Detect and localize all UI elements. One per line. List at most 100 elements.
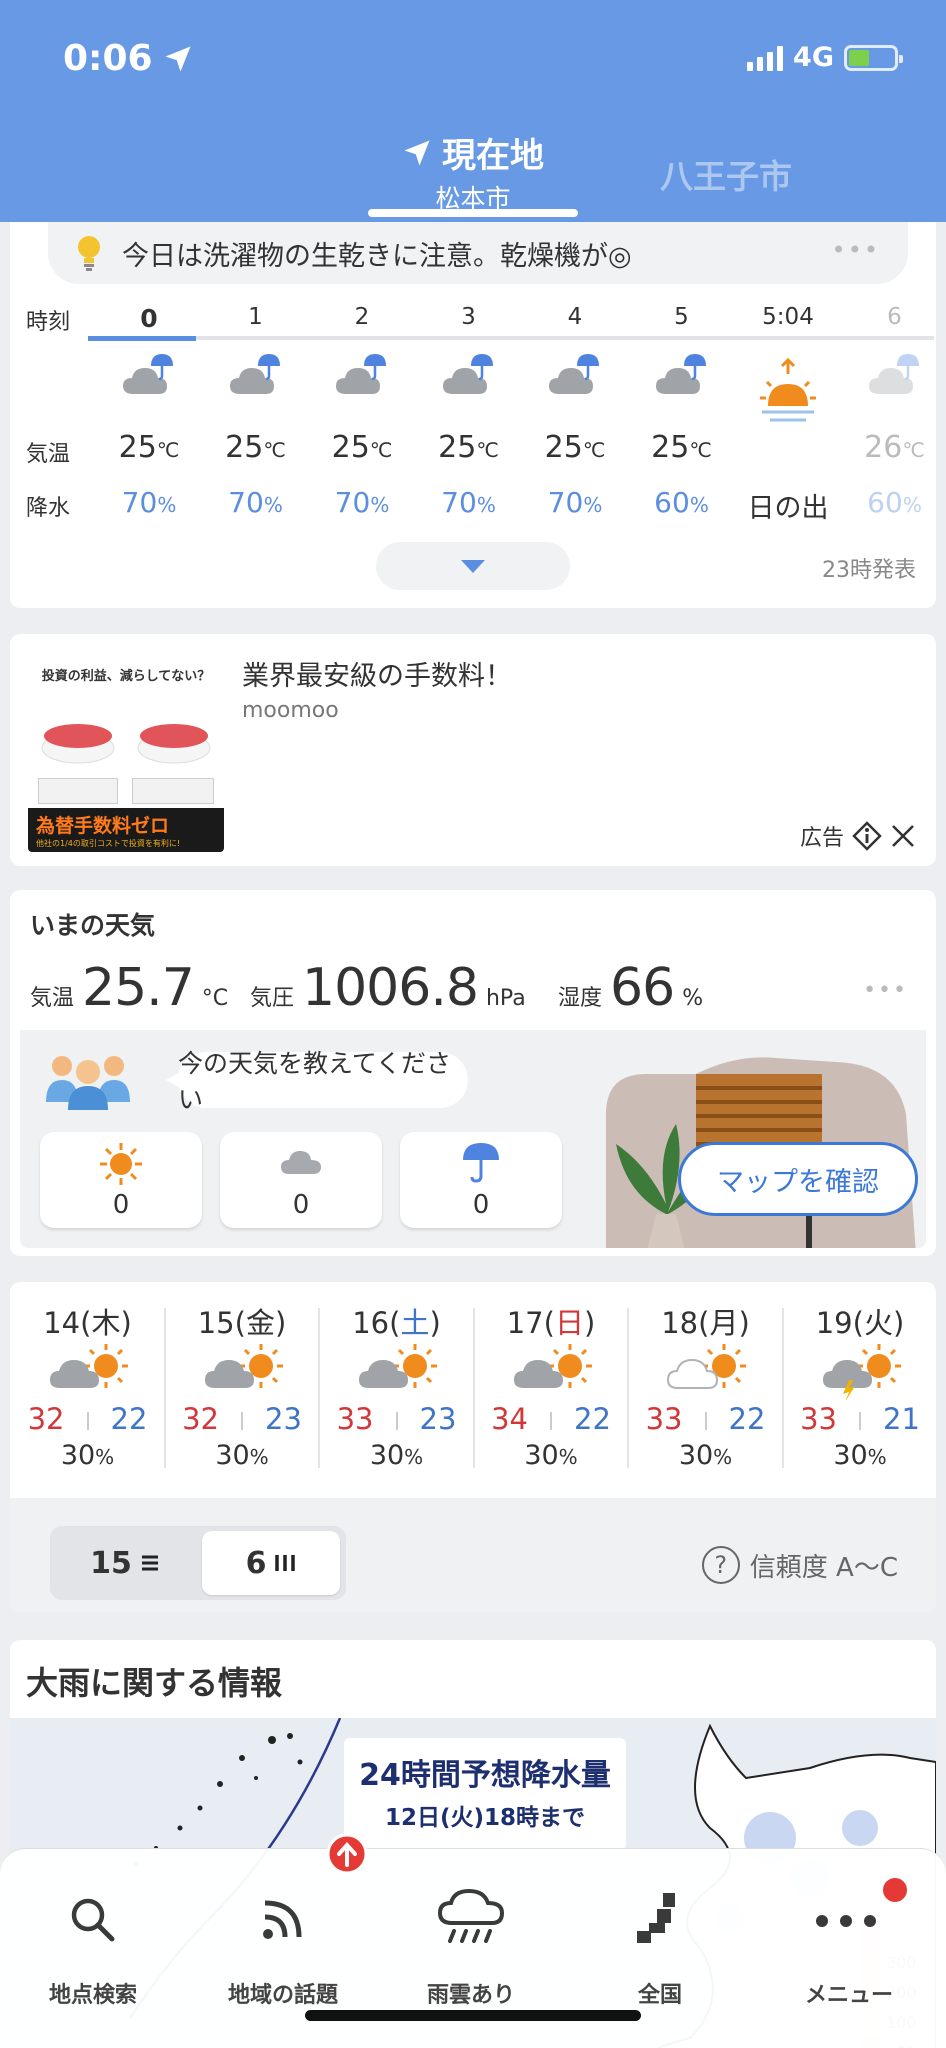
hour-temperature: 25℃ <box>629 430 735 465</box>
sun-icon <box>100 1143 142 1185</box>
day-temperatures: 33 21 <box>783 1402 937 1436</box>
app-header: 0:06 4G 現在地 松本市 八王子市 <box>0 0 946 222</box>
precip-unit: % <box>867 1445 887 1469</box>
hour-precipitation: 70% <box>416 486 522 519</box>
low-temp: 23 <box>265 1402 302 1436</box>
vote-cloudy-count: 0 <box>292 1190 310 1220</box>
hour-temperature: 25℃ <box>96 430 202 465</box>
pressure-value: 1006.8 <box>302 958 479 1018</box>
temp-unit: ℃ <box>263 438 286 462</box>
temp-label: 気温 <box>30 986 75 1011</box>
high-temp: 33 <box>645 1402 683 1436</box>
low-temp: 22 <box>574 1402 611 1436</box>
date-paren: ) <box>892 1306 905 1340</box>
hour-precipitation: 60% <box>629 486 735 519</box>
date-paren: ) <box>429 1306 441 1340</box>
vote-sunny-button[interactable]: 0 <box>40 1132 202 1228</box>
date-number: 19( <box>815 1306 864 1340</box>
pressure-unit: hPa <box>485 986 526 1011</box>
low-temp: 22 <box>110 1402 148 1436</box>
day-column[interactable]: 16(土) 33 23 30% <box>319 1282 474 1482</box>
map-caption: 24時間予想降水量 12日(火)18時まで <box>344 1738 626 1850</box>
precip-unit: % <box>370 493 390 517</box>
cloud-umbrella-icon <box>629 352 735 402</box>
ad-label-group: 広告 <box>800 820 916 852</box>
precip-unit: % <box>263 493 283 517</box>
hour-label: 2 <box>354 304 370 330</box>
hour-column: 5 25℃ 60% <box>629 222 735 522</box>
list-icon <box>141 1555 158 1571</box>
day-precipitation: 30% <box>10 1440 165 1471</box>
map-caption-title: 24時間予想降水量 <box>359 1758 611 1793</box>
day-of-week: 木 <box>91 1306 121 1340</box>
day-temperatures: 32 23 <box>165 1402 320 1436</box>
hour-label: 4 <box>567 304 583 330</box>
day-column[interactable]: 14(木) 32 22 30% <box>10 1282 165 1482</box>
day-column[interactable]: 19(火) 33 21 30% <box>783 1282 937 1482</box>
day-precipitation: 30% <box>628 1440 783 1471</box>
rss-icon <box>263 1900 302 1939</box>
day-precipitation: 30% <box>474 1440 629 1471</box>
temp-value: 25.7 <box>82 958 195 1018</box>
precip-value: 70 <box>334 486 371 519</box>
ad-info-icon[interactable] <box>852 821 882 851</box>
ad-brand: moomoo <box>242 698 339 723</box>
issued-time: 23時発表 <box>822 558 916 583</box>
vote-cloudy-button[interactable]: 0 <box>220 1132 382 1228</box>
tab-hachioji[interactable]: 八王子市 <box>660 150 792 198</box>
toggle-6-label: 6 <box>245 1545 267 1581</box>
temp-row-label: 気温 <box>26 442 71 467</box>
tab-menu-label: メニュー <box>804 1983 893 2008</box>
home-indicator <box>305 2010 641 2021</box>
hour-column: 4 25℃ 70% <box>522 222 628 522</box>
date-number: 18( <box>661 1306 710 1340</box>
status-indicators: 4G <box>747 42 903 73</box>
hour-column: 5:04 日の出 <box>735 222 841 524</box>
high-temp: 32 <box>27 1402 65 1436</box>
date-number: 17( <box>506 1306 555 1340</box>
help-icon[interactable]: ? <box>701 1546 740 1584</box>
reliability-info[interactable]: ? 信頼度 A～C <box>701 1546 898 1584</box>
hour-column: 6 26℃ 60% <box>842 222 946 522</box>
precip-value: 30 <box>833 1440 868 1471</box>
ad-image-headline: 投資の利益、減らしてない？ <box>41 669 211 684</box>
precip-value: 30 <box>524 1440 559 1471</box>
ad-title[interactable]: 業界最安級の手数料！ <box>242 654 512 693</box>
high-temp: 34 <box>491 1402 528 1436</box>
precip-value: 70 <box>547 486 584 519</box>
temp-unit: ℃ <box>156 438 180 462</box>
toggle-6-days[interactable]: 6 <box>202 1531 340 1595</box>
cloud-icon <box>281 1151 321 1174</box>
precip-value: 60 <box>654 486 690 519</box>
time-row-label: 時刻 <box>26 310 71 335</box>
day-column[interactable]: 17(日) 34 22 30% <box>474 1282 629 1482</box>
toggle-15-label: 15 <box>90 1545 132 1581</box>
day-temperatures: 33 23 <box>319 1402 474 1436</box>
temp-unit: °C <box>201 986 229 1011</box>
temp-divider <box>395 1412 398 1430</box>
ad-close-icon[interactable] <box>890 823 916 849</box>
day-temperatures: 32 22 <box>10 1402 165 1436</box>
day-column[interactable]: 15(金) 32 23 30% <box>165 1282 320 1482</box>
signal-icon <box>747 45 784 71</box>
toggle-15-days[interactable]: 15 <box>50 1526 200 1600</box>
precip-unit: % <box>689 493 709 517</box>
precip-unit: % <box>476 493 496 517</box>
precip-unit: % <box>583 493 603 517</box>
tab-search-label: 地点検索 <box>48 1983 137 2008</box>
weekly-toolbar: 15 6 ? 信頼度 A～C <box>10 1498 936 1612</box>
precip-row-label: 降水 <box>26 496 71 521</box>
low-temp: 21 <box>883 1402 920 1436</box>
temp-unit: ℃ <box>476 438 499 462</box>
ad-image[interactable]: 投資の利益、減らしてない？ 為替手数料ゼロ 他社の1/4の取引コストで投資を有利… <box>28 660 224 852</box>
vote-rainy-button[interactable]: 0 <box>400 1132 562 1228</box>
expand-hourly-button[interactable] <box>376 542 570 590</box>
day-column[interactable]: 18(月) 33 22 30% <box>628 1282 783 1482</box>
ad-card[interactable]: 投資の利益、減らしてない？ 為替手数料ゼロ 他社の1/4の取引コストで投資を有利… <box>10 634 936 866</box>
tab-current-location[interactable]: 現在地 松本市 <box>368 128 578 215</box>
day-date: 19(火) <box>783 1300 937 1342</box>
current-more-icon[interactable]: ••• <box>863 978 908 1003</box>
high-temp: 32 <box>182 1402 219 1436</box>
map-button[interactable]: マップを確認 <box>678 1142 918 1216</box>
days-toggle[interactable]: 15 6 <box>50 1526 346 1600</box>
